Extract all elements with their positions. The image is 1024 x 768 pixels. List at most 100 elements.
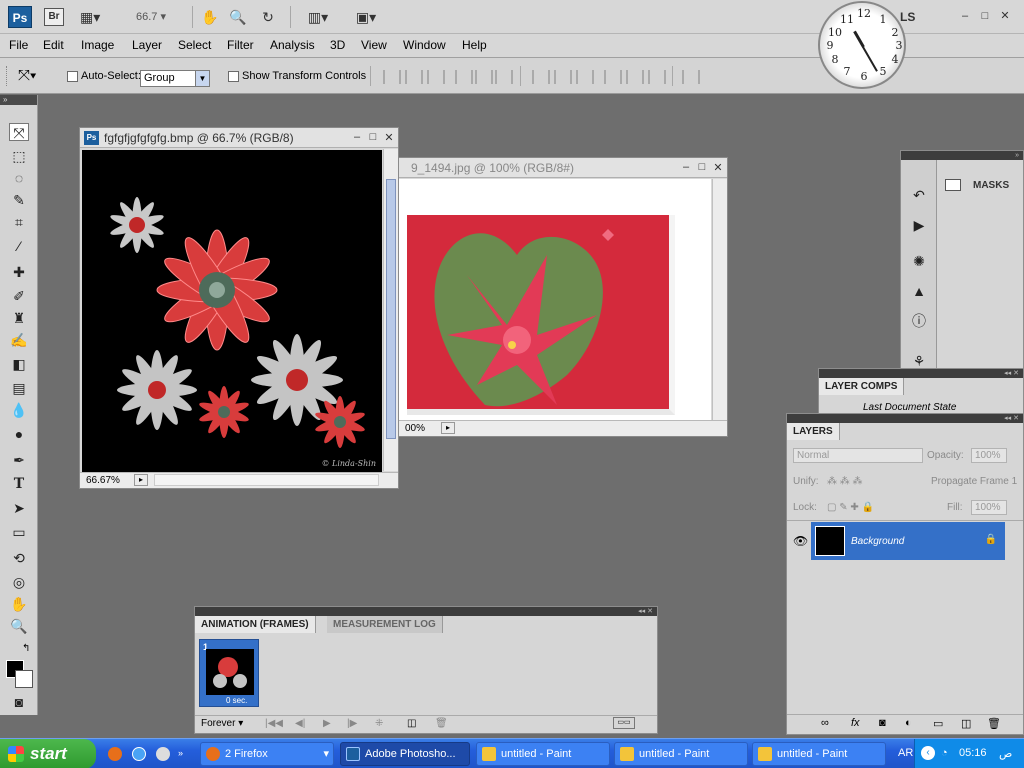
status-menu-icon[interactable]: ▸ — [134, 474, 148, 486]
language-indicator[interactable]: AR — [898, 747, 913, 759]
delete-layer-icon[interactable]: 🗑 — [987, 717, 1001, 730]
crop-tool-icon[interactable]: ⌗ — [9, 213, 29, 231]
photoshop-logo[interactable]: Ps — [8, 6, 32, 28]
document-titlebar[interactable]: 9_1494.jpg @ 100% (RGB/8#) – □ ✕ — [399, 158, 727, 178]
link-layers-icon[interactable]: ∞ — [821, 717, 829, 729]
document-window-flowers[interactable]: Ps fgfgfjgfgfgfg.bmp @ 66.7% (RGB/8) – □… — [79, 127, 399, 489]
panel-collapse-icon[interactable]: ◂◂ ✕ — [195, 607, 657, 616]
opacity-field[interactable]: 100% — [971, 448, 1007, 463]
minimize-icon[interactable]: – — [958, 9, 972, 23]
clock-time[interactable]: 05:16 — [959, 747, 987, 759]
menu-window[interactable]: Window — [403, 38, 446, 52]
propagate-label[interactable]: Propagate Frame 1 — [931, 476, 1017, 487]
flowers-image-canvas[interactable]: © Linda-Shin — [82, 150, 382, 472]
swap-colors-icon[interactable]: ↰ — [22, 643, 30, 654]
start-button[interactable]: start — [0, 739, 96, 768]
convert-timeline-icon[interactable]: ▭▭ — [613, 717, 635, 729]
type-tool-icon[interactable]: T — [9, 475, 29, 493]
distribute-top-icon[interactable] — [532, 70, 550, 84]
adjustments-icon[interactable]: ✺ — [909, 252, 929, 270]
heart-image-canvas[interactable] — [407, 215, 675, 415]
tab-layers[interactable]: LAYERS — [787, 423, 840, 440]
blur-tool-icon[interactable]: 💧 — [9, 401, 29, 419]
tab-animation[interactable]: ANIMATION (FRAMES) — [195, 616, 316, 633]
adjustment-layer-icon[interactable]: ◐ — [905, 717, 912, 729]
eye-icon[interactable]: 👁 — [793, 534, 808, 548]
taskbar-item-firefox[interactable]: 2 Firefox ▾ — [200, 742, 334, 766]
menu-edit[interactable]: Edit — [43, 38, 64, 52]
zoom-tool-icon[interactable]: 🔍 — [9, 617, 29, 635]
taskbar-item-paint-2[interactable]: untitled - Paint — [614, 742, 748, 766]
firefox-quicklaunch-icon[interactable] — [108, 747, 122, 761]
media-quicklaunch-icon[interactable] — [156, 747, 170, 761]
3d-orbit-tool-icon[interactable]: ◎ — [9, 573, 29, 591]
frame-delay[interactable]: 0 sec. — [226, 696, 247, 705]
new-group-icon[interactable]: ▭ — [933, 717, 943, 730]
status-menu-icon[interactable]: ▸ — [441, 422, 455, 434]
maximize-icon[interactable]: □ — [366, 131, 380, 143]
menu-help[interactable]: Help — [462, 38, 487, 52]
blend-mode-dropdown[interactable]: Normal — [793, 448, 923, 463]
close-icon[interactable]: ✕ — [711, 161, 725, 174]
screen-mode-icon[interactable]: ▣▾ — [350, 8, 382, 26]
align-hcenter-icon[interactable] — [475, 70, 493, 84]
move-tool-icon[interactable]: ⤧ — [9, 123, 29, 141]
menu-file[interactable]: File — [9, 38, 28, 52]
actions-icon[interactable]: ▶ — [909, 216, 929, 234]
fill-field[interactable]: 100% — [971, 500, 1007, 515]
history-icon[interactable]: ↶ — [909, 186, 929, 204]
lock-icons[interactable]: ▢ ✎ ✚ 🔒 — [827, 502, 874, 513]
hand-tool-icon[interactable]: ✋ — [9, 595, 29, 613]
histogram-icon[interactable]: ▲ — [909, 282, 929, 300]
quick-select-tool-icon[interactable]: ✎ — [9, 191, 29, 209]
document-window-heart[interactable]: 9_1494.jpg @ 100% (RGB/8#) – □ ✕ 00% ▸ — [398, 157, 728, 437]
document-titlebar[interactable]: Ps fgfgfjgfgfgfg.bmp @ 66.7% (RGB/8) – □… — [80, 128, 398, 148]
scrollbar-thumb[interactable] — [386, 179, 396, 439]
play-icon[interactable]: ▶ — [323, 718, 331, 729]
workspace-switcher[interactable]: LS — [900, 10, 915, 24]
menu-filter[interactable]: Filter — [227, 38, 254, 52]
path-select-tool-icon[interactable]: ➤ — [9, 499, 29, 517]
vertical-scrollbar[interactable] — [712, 179, 727, 421]
menu-select[interactable]: Select — [178, 38, 211, 52]
next-frame-icon[interactable]: |▶ — [347, 718, 357, 729]
masks-icon[interactable] — [945, 179, 961, 191]
unify-icons[interactable]: ⁂ ⁂ ⁂ — [827, 476, 863, 487]
align-right-icon[interactable] — [495, 70, 513, 84]
background-color-swatch[interactable] — [15, 670, 33, 688]
shape-tool-icon[interactable]: ▭ — [9, 523, 29, 541]
layer-row-background[interactable]: Background 🔒 — [811, 522, 1005, 560]
arrange-docs-icon[interactable]: ▥▾ — [302, 8, 334, 26]
taskbar-item-paint-1[interactable]: untitled - Paint — [476, 742, 610, 766]
eyedropper-tool-icon[interactable]: ⁄ — [9, 237, 29, 255]
auto-select-dropdown[interactable]: Group ▼ — [140, 70, 210, 87]
auto-align-icon[interactable] — [682, 70, 700, 84]
expand-icon[interactable]: » — [178, 748, 183, 758]
zoom-level-dropdown[interactable]: 66.7 ▾ — [136, 10, 166, 23]
history-brush-tool-icon[interactable]: ✍ — [9, 331, 29, 349]
menu-image[interactable]: Image — [81, 38, 114, 52]
first-frame-icon[interactable]: |◀◀ — [265, 718, 283, 729]
taskbar-item-photoshop[interactable]: Adobe Photosho... — [340, 742, 470, 766]
zoom-percentage[interactable]: 00% — [405, 423, 425, 434]
brush-tool-icon[interactable]: ✐ — [9, 287, 29, 305]
distribute-right-icon[interactable] — [648, 70, 666, 84]
3d-rotate-tool-icon[interactable]: ⟲ — [9, 549, 29, 567]
quick-mask-icon[interactable]: ◙ — [9, 693, 29, 711]
distribute-left-icon[interactable] — [604, 70, 622, 84]
layer-comp-item[interactable]: Last Document State — [863, 402, 956, 413]
panel-collapse-icon[interactable]: ◂◂ ✕ — [787, 414, 1023, 423]
panel-collapse-icon[interactable]: ◂◂ ✕ — [819, 369, 1023, 378]
align-bottom-icon[interactable] — [427, 70, 445, 84]
gradient-tool-icon[interactable]: ▤ — [9, 379, 29, 397]
info-icon[interactable]: ⓘ — [909, 312, 929, 330]
distribute-hcenter-icon[interactable] — [626, 70, 644, 84]
distribute-bottom-icon[interactable] — [576, 70, 594, 84]
bridge-button[interactable]: Br — [44, 8, 64, 26]
align-left-icon[interactable] — [455, 70, 473, 84]
align-top-icon[interactable] — [383, 70, 401, 84]
auto-select-checkbox[interactable] — [67, 71, 78, 82]
grip-handle[interactable] — [6, 66, 10, 86]
collapse-icon[interactable]: » — [0, 95, 37, 105]
animation-frame[interactable]: 1 0 sec. — [199, 639, 259, 707]
